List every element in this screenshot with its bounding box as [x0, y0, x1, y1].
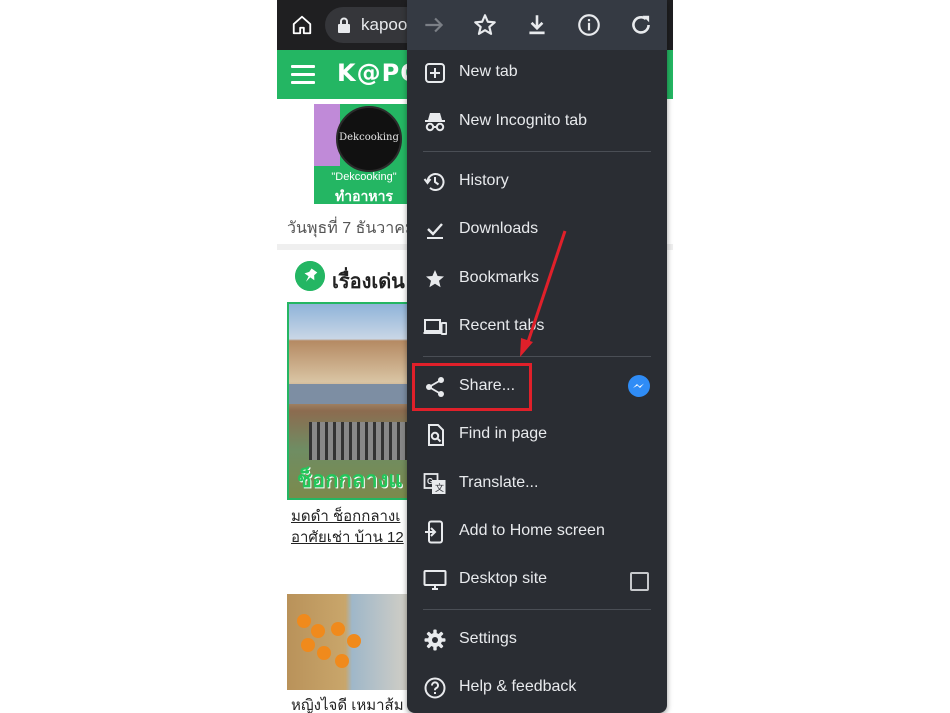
menu-item-find-in-page[interactable]: Find in page: [407, 413, 667, 457]
annotation-highlight-box: [412, 363, 532, 411]
menu-item-label: New Incognito tab: [459, 112, 588, 129]
desktop-icon: [423, 570, 447, 590]
menu-item-recent-tabs[interactable]: Recent tabs: [407, 305, 667, 349]
ad-circle-text: Dekcooking: [339, 132, 399, 143]
hamburger-menu-icon[interactable]: [291, 65, 315, 85]
menu-item-label: Desktop site: [459, 570, 548, 587]
history-icon: [423, 173, 445, 191]
recent-tabs-icon: [423, 319, 447, 335]
ad-banner[interactable]: Dekcooking "Dekcooking" ทำอาหาร: [314, 104, 414, 204]
menu-item-label: Help & feedback: [459, 678, 577, 695]
menu-item-label: Downloads: [459, 220, 539, 237]
help-icon: [424, 677, 446, 699]
article-line2: อาศัยเช่า บ้าน 12: [291, 529, 404, 546]
translate-icon: G 文: [423, 473, 446, 494]
home-icon[interactable]: [291, 14, 313, 36]
menu-item-label: Recent tabs: [459, 317, 545, 334]
refresh-icon[interactable]: [628, 12, 654, 38]
add-to-home-icon: [425, 520, 443, 544]
settings-gear-icon: [424, 629, 446, 651]
menu-item-label: Bookmarks: [459, 269, 540, 286]
menu-item-settings[interactable]: Settings: [407, 618, 667, 662]
find-in-page-icon: [428, 424, 444, 446]
incognito-icon: [425, 113, 445, 132]
svg-text:G: G: [427, 477, 433, 486]
menu-item-label: Find in page: [459, 425, 548, 442]
pin-icon: [295, 261, 325, 291]
lock-icon: [338, 17, 350, 33]
article-link[interactable]: หญิงไจดี เหมาส้ม: [291, 693, 404, 713]
article-image[interactable]: ช็อกกลางแ: [287, 302, 417, 500]
menu-item-label: Add to Home screen: [459, 522, 605, 539]
menu-item-history[interactable]: History: [407, 160, 667, 204]
menu-divider: [423, 609, 651, 610]
article-link[interactable]: มดดำ ช็อกกลางเ อาศัยเช่า บ้าน 12: [291, 506, 404, 548]
article-line1: มดดำ ช็อกกลางเ: [291, 508, 401, 525]
menu-item-label: History: [459, 172, 509, 189]
chrome-overflow-menu: New tab New Incognito tab History Downlo…: [407, 0, 667, 713]
info-icon[interactable]: [576, 12, 602, 38]
svg-text:文: 文: [435, 482, 444, 494]
image-caption: ช็อกกลางแ: [297, 467, 403, 492]
messenger-icon[interactable]: [628, 375, 650, 397]
menu-divider: [423, 356, 651, 357]
url-text: kapoo: [361, 15, 408, 34]
menu-item-new-tab[interactable]: New tab: [407, 51, 667, 95]
menu-item-new-incognito-tab[interactable]: New Incognito tab: [407, 100, 667, 144]
bookmarks-star-icon: [426, 270, 444, 288]
menu-item-label: Translate...: [459, 474, 539, 491]
article-image[interactable]: [287, 594, 417, 690]
menu-item-downloads[interactable]: Downloads: [407, 208, 667, 252]
forward-icon[interactable]: [421, 12, 447, 38]
downloads-icon: [427, 223, 443, 239]
section-title: เรื่องเด่น: [332, 271, 405, 293]
ad-logo: Dekcooking: [336, 106, 402, 172]
menu-item-label: New tab: [459, 63, 518, 80]
desktop-site-checkbox[interactable]: [630, 572, 649, 591]
menu-item-label: Settings: [459, 630, 517, 647]
download-icon[interactable]: [524, 12, 550, 38]
menu-item-translate[interactable]: G 文 Translate...: [407, 462, 667, 506]
menu-toolbar: [407, 0, 667, 50]
ad-text-line1: "Dekcooking": [331, 171, 397, 183]
ad-text-line2: ทำอาหาร: [335, 188, 393, 204]
date-text: วันพุธที่ 7 ธันวาคม: [287, 220, 416, 237]
menu-item-help-feedback[interactable]: Help & feedback: [407, 666, 667, 710]
menu-item-add-to-home-screen[interactable]: Add to Home screen: [407, 510, 667, 554]
menu-item-desktop-site[interactable]: Desktop site: [407, 558, 667, 602]
menu-item-bookmarks[interactable]: Bookmarks: [407, 257, 667, 301]
menu-divider: [423, 151, 651, 152]
star-icon[interactable]: [472, 12, 498, 38]
new-tab-icon: [425, 63, 445, 83]
